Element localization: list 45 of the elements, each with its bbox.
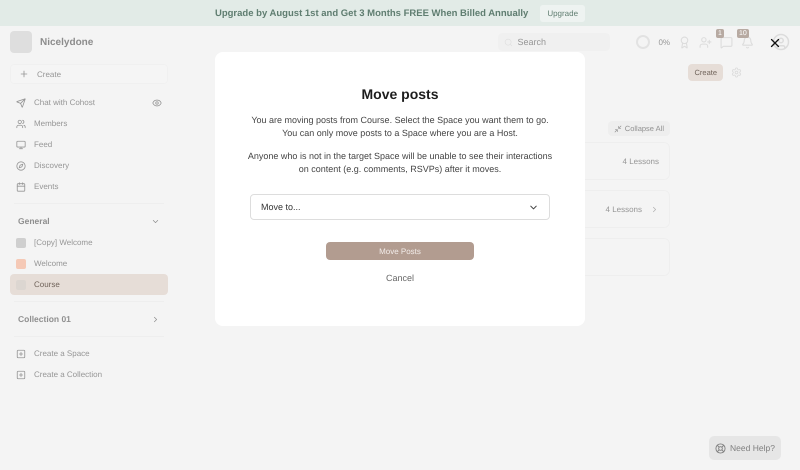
members-icon xyxy=(16,118,26,128)
space-item[interactable]: [Copy] Welcome xyxy=(10,232,168,253)
upgrade-button[interactable]: Upgrade xyxy=(540,4,586,22)
close-icon[interactable] xyxy=(768,36,782,50)
messages-icon[interactable] xyxy=(720,36,733,48)
events-icon xyxy=(16,182,26,192)
lesson-count: 4 Lessons xyxy=(622,156,659,166)
feed-icon xyxy=(16,140,26,150)
badge-icon[interactable] xyxy=(678,36,691,48)
section-header[interactable]: Collection 01 xyxy=(10,308,168,330)
search-field[interactable]: Search xyxy=(498,33,610,51)
create-button[interactable]: Create xyxy=(10,64,168,84)
dialog-title: Move posts xyxy=(361,86,438,102)
space-item[interactable]: Course xyxy=(10,274,168,295)
move-to-dropdown[interactable]: Move to... xyxy=(250,194,550,220)
create-link[interactable]: Create a Collection xyxy=(10,364,168,385)
nav-item[interactable]: Chat with Cohost xyxy=(10,92,168,113)
nav-item[interactable]: Events xyxy=(10,176,168,197)
lifebuoy-icon xyxy=(715,442,726,454)
settings-icon[interactable] xyxy=(731,67,742,78)
nav-item[interactable]: Members xyxy=(10,113,168,134)
collapse-icon xyxy=(614,124,622,132)
plus-square-icon xyxy=(16,370,26,380)
create-link[interactable]: Create a Space xyxy=(10,343,168,364)
promo-text: Upgrade by August 1st and Get 3 Months FREE When Billed Annually xyxy=(214,8,528,18)
plus-square-icon xyxy=(16,348,26,358)
lesson-count: 4 Lessons xyxy=(606,204,642,214)
help-button[interactable]: Need Help? xyxy=(709,436,781,460)
search-placeholder: Search xyxy=(517,37,546,47)
dialog-text: You are moving posts from Course. Select the Space you want them to go. You can only move posts to a Space where you are a Host. xyxy=(250,114,550,140)
cancel-button[interactable]: Cancel xyxy=(380,272,420,284)
nav-item[interactable]: Feed xyxy=(10,134,168,155)
nav-item[interactable]: Discovery xyxy=(10,155,168,176)
brand-name: Nicelydone xyxy=(40,36,94,48)
discovery-icon xyxy=(16,160,26,170)
dialog-text: Anyone who is not in the target Space will be unable to see their interactions on content (e.g. comments, RSVPs) after it moves. xyxy=(246,150,554,176)
section-header[interactable]: General xyxy=(10,210,168,232)
avatar-icon[interactable] xyxy=(772,33,790,51)
chevron-right-icon[interactable] xyxy=(650,204,659,214)
progress-text: 0% xyxy=(658,38,670,46)
add-user-icon[interactable] xyxy=(699,36,712,48)
space-item[interactable]: Welcome xyxy=(10,253,168,274)
move-posts-button[interactable]: Move Posts xyxy=(326,242,474,260)
notifications-icon[interactable] xyxy=(741,36,754,48)
plus-icon xyxy=(19,69,29,79)
